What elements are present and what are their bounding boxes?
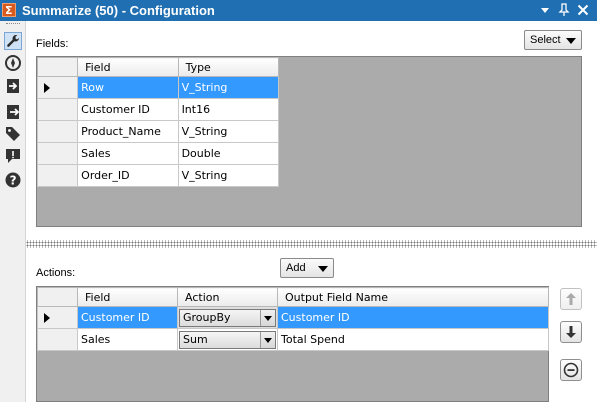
wrench-icon[interactable] xyxy=(4,32,22,50)
column-header-field[interactable]: Field xyxy=(77,57,179,77)
output-field-name-cell[interactable]: Total Spend xyxy=(277,328,549,351)
output-arrow-icon[interactable] xyxy=(4,103,22,121)
help-icon[interactable]: ? xyxy=(4,171,22,189)
row-selector[interactable] xyxy=(36,142,79,165)
actions-grid[interactable]: Field Action Output Field Name Customer … xyxy=(36,286,549,402)
field-cell[interactable]: Sales xyxy=(77,142,179,165)
chevron-down-icon xyxy=(318,266,328,272)
row-selector[interactable] xyxy=(36,120,79,143)
table-row[interactable]: Customer ID GroupBy Customer ID xyxy=(37,306,549,329)
actions-table: Field Action Output Field Name Customer … xyxy=(37,287,549,351)
action-combobox-value: Sum xyxy=(183,332,208,346)
fields-label: Fields: xyxy=(36,38,69,50)
close-button[interactable] xyxy=(575,2,591,18)
field-cell[interactable]: Customer ID xyxy=(77,98,179,121)
type-cell[interactable]: Int16 xyxy=(177,98,280,121)
title-bar: Σ Summarize (50) - Configuration xyxy=(0,0,597,21)
select-button-label: Select xyxy=(530,34,561,46)
row-selector[interactable] xyxy=(37,328,78,351)
toolbar-grip[interactable] xyxy=(6,23,20,27)
chevron-down-icon[interactable] xyxy=(260,309,275,326)
pane-splitter[interactable] xyxy=(26,240,597,248)
alert-icon[interactable] xyxy=(4,147,22,165)
row-selector[interactable] xyxy=(37,306,78,329)
add-button-label: Add xyxy=(286,262,306,274)
field-cell[interactable]: Order_ID xyxy=(77,164,179,187)
row-header-corner xyxy=(37,287,78,307)
type-cell[interactable]: V_String xyxy=(177,164,280,187)
field-cell[interactable]: Row xyxy=(77,76,179,99)
move-down-icon xyxy=(566,326,576,338)
move-up-button[interactable] xyxy=(560,288,582,310)
action-combobox[interactable]: GroupBy xyxy=(179,308,276,327)
fields-grid[interactable]: Field Type Row V_String Customer ID Int1… xyxy=(36,56,582,227)
move-down-button[interactable] xyxy=(560,321,582,343)
window-title: Summarize (50) - Configuration xyxy=(22,3,215,18)
svg-text:?: ? xyxy=(10,174,17,188)
chevron-down-icon xyxy=(566,38,576,44)
output-field-name-cell[interactable]: Customer ID xyxy=(277,306,549,329)
fields-table: Field Type Row V_String Customer ID Int1… xyxy=(36,57,280,187)
action-cell: Sum xyxy=(177,328,278,351)
type-cell[interactable]: V_String xyxy=(177,120,280,143)
type-cell[interactable]: V_String xyxy=(177,76,280,99)
window-dropdown-button[interactable] xyxy=(537,2,553,18)
table-row[interactable]: Product_Name V_String xyxy=(36,120,280,143)
row-selector[interactable] xyxy=(36,164,79,187)
row-selector[interactable] xyxy=(36,76,79,99)
tag-icon[interactable] xyxy=(4,124,22,142)
add-dropdown-button[interactable]: Add xyxy=(280,258,334,278)
svg-text:Σ: Σ xyxy=(5,4,13,16)
field-cell[interactable]: Customer ID xyxy=(77,306,178,329)
move-up-icon xyxy=(566,293,576,305)
field-cell[interactable]: Sales xyxy=(77,328,178,351)
actions-label: Actions: xyxy=(36,267,76,279)
remove-button[interactable] xyxy=(560,359,582,381)
left-toolbar: ? xyxy=(0,21,26,402)
chevron-down-icon[interactable] xyxy=(260,331,275,348)
action-combobox[interactable]: Sum xyxy=(179,330,276,349)
row-header-corner xyxy=(36,57,79,77)
compass-icon[interactable] xyxy=(4,54,22,72)
field-cell[interactable]: Product_Name xyxy=(77,120,179,143)
table-row[interactable]: Row V_String xyxy=(36,76,280,99)
action-cell: GroupBy xyxy=(177,306,278,329)
row-selector[interactable] xyxy=(36,98,79,121)
table-row[interactable]: Customer ID Int16 xyxy=(36,98,280,121)
column-header-field[interactable]: Field xyxy=(77,287,178,307)
current-row-pointer-icon xyxy=(44,313,50,323)
remove-icon xyxy=(563,362,579,378)
column-header-action[interactable]: Action xyxy=(177,287,278,307)
table-row[interactable]: Sales Sum Total Spend xyxy=(37,328,549,351)
type-cell[interactable]: Double xyxy=(177,142,280,165)
column-header-output-field-name[interactable]: Output Field Name xyxy=(277,287,549,307)
fields-header-row: Field Type xyxy=(36,57,280,77)
actions-header-row: Field Action Output Field Name xyxy=(37,287,549,307)
pin-button[interactable] xyxy=(556,2,572,18)
column-header-type[interactable]: Type xyxy=(177,57,280,77)
select-dropdown-button[interactable]: Select xyxy=(524,30,582,50)
table-row[interactable]: Sales Double xyxy=(36,142,280,165)
current-row-pointer-icon xyxy=(44,83,50,93)
input-arrow-icon[interactable] xyxy=(4,77,22,95)
table-row[interactable]: Order_ID V_String xyxy=(36,164,280,187)
action-combobox-value: GroupBy xyxy=(183,310,231,324)
summarize-tool-icon: Σ xyxy=(2,3,16,17)
